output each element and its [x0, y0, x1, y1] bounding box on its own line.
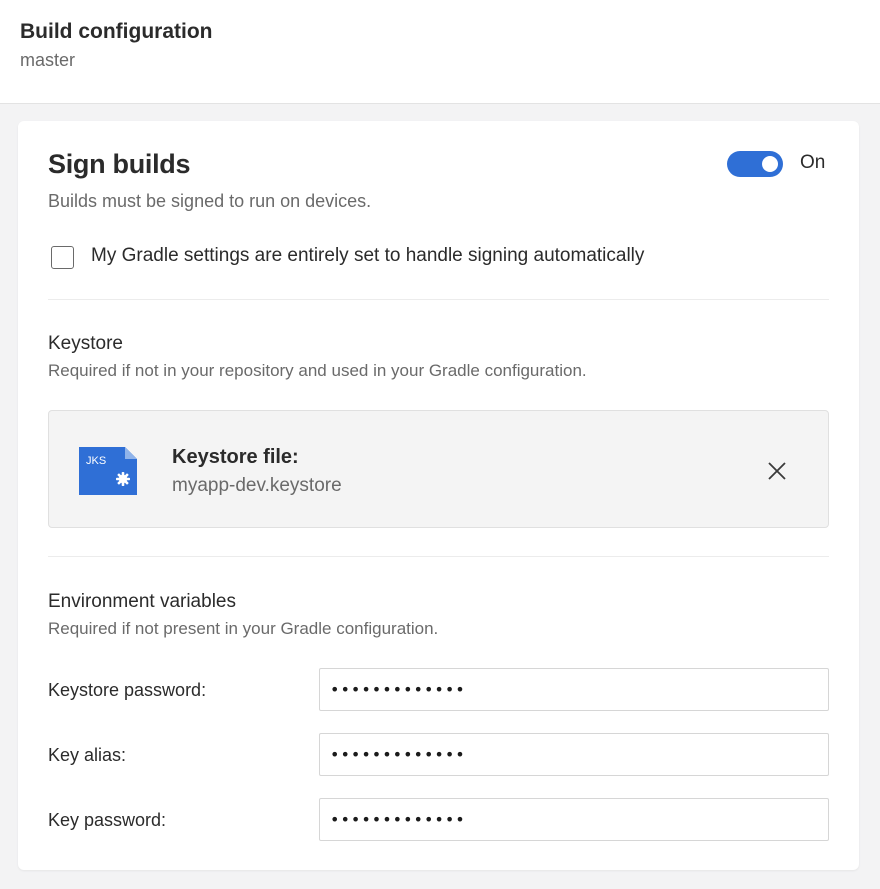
sign-builds-title: Sign builds: [48, 149, 191, 179]
sign-builds-toggle[interactable]: [727, 151, 783, 177]
branch-name: master: [20, 50, 76, 70]
sign-builds-description: Builds must be signed to run on devices.: [48, 191, 372, 211]
keystore-file-box: JKS Keystore file: myapp-dev.keystore: [48, 410, 829, 528]
keystore-password-label: Keystore password:: [48, 680, 207, 700]
divider: [48, 556, 829, 557]
keystore-file-label: Keystore file:: [172, 446, 299, 468]
toggle-knob: [762, 156, 778, 172]
gradle-signing-checkbox[interactable]: [51, 246, 74, 269]
close-icon[interactable]: [765, 459, 789, 483]
jks-icon-text: JKS: [86, 455, 106, 467]
key-alias-label: Key alias:: [48, 745, 127, 765]
key-alias-input[interactable]: [319, 733, 829, 776]
keystore-section-title: Keystore: [48, 333, 123, 354]
sign-builds-card: Sign builds Builds must be signed to run…: [18, 121, 859, 870]
keystore-section-description: Required if not in your repository and u…: [48, 361, 587, 380]
page-header: Build configuration master: [0, 0, 880, 104]
jks-file-icon: JKS: [79, 447, 137, 495]
divider: [48, 299, 829, 300]
gradle-signing-checkbox-label[interactable]: My Gradle settings are entirely set to h…: [91, 245, 644, 267]
keystore-file-name: myapp-dev.keystore: [172, 475, 342, 496]
env-vars-section-title: Environment variables: [48, 591, 236, 612]
page-title: Build configuration: [20, 20, 213, 43]
key-password-input[interactable]: [319, 798, 829, 841]
keystore-password-input[interactable]: [319, 668, 829, 711]
key-password-label: Key password:: [48, 810, 167, 830]
env-vars-section-description: Required if not present in your Gradle c…: [48, 619, 439, 638]
toggle-state-label: On: [800, 152, 826, 173]
